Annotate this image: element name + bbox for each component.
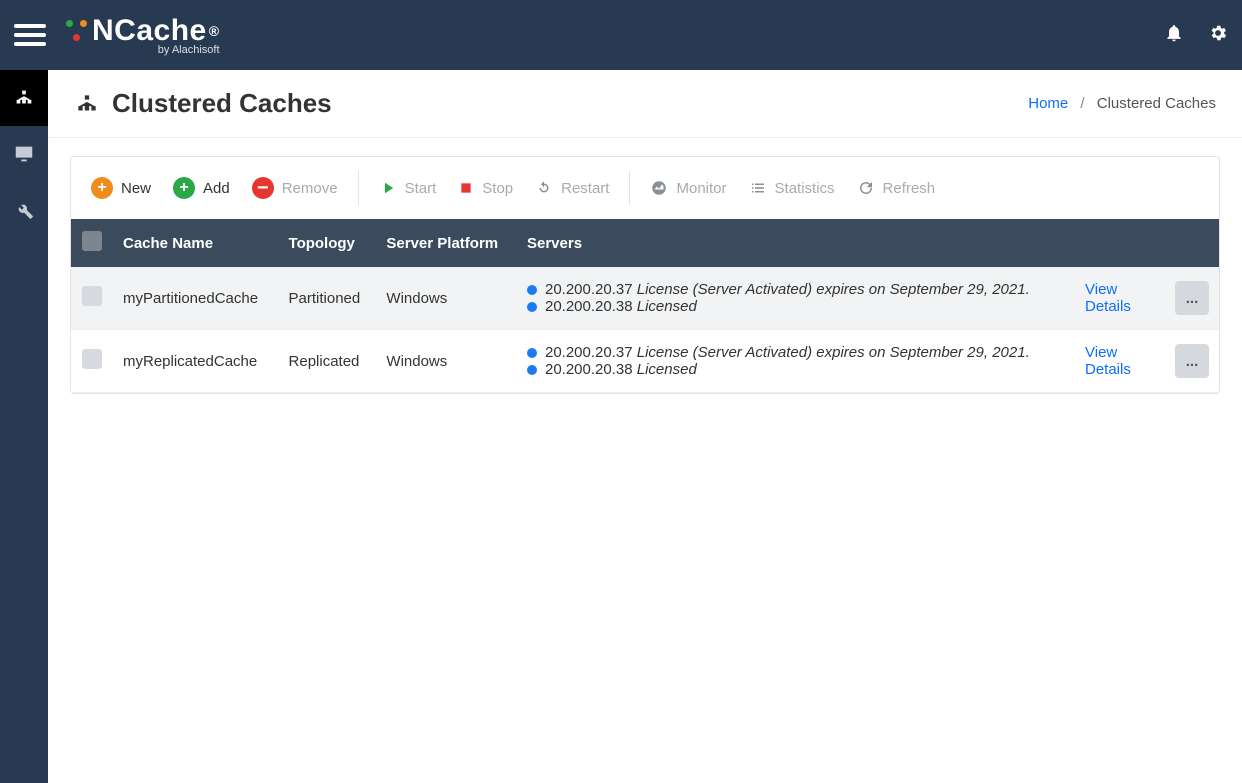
select-all-checkbox[interactable]: [82, 231, 102, 251]
start-button[interactable]: Start: [377, 175, 439, 201]
page-title-text: Clustered Caches: [112, 88, 332, 119]
servers-cell: 20.200.20.37 License (Server Activated) …: [517, 267, 1075, 330]
plus-icon: +: [173, 177, 195, 199]
topology-cell: Replicated: [279, 330, 377, 393]
restart-button[interactable]: Restart: [533, 175, 611, 201]
breadcrumb: Home / Clustered Caches: [1028, 95, 1216, 112]
stop-button[interactable]: Stop: [456, 176, 515, 201]
table-row[interactable]: myPartitionedCache Partitioned Windows 2…: [71, 267, 1219, 330]
minus-icon: −: [252, 177, 274, 199]
new-button[interactable]: + New: [89, 173, 153, 203]
caches-panel: + New + Add − Remove Start: [70, 156, 1220, 394]
refresh-icon: [535, 179, 553, 197]
statistics-button[interactable]: Statistics: [747, 175, 837, 201]
more-actions-button[interactable]: ...: [1175, 281, 1209, 315]
view-details-link[interactable]: View Details: [1085, 281, 1131, 315]
servers-cell: 20.200.20.37 License (Server Activated) …: [517, 330, 1075, 393]
monitor-button[interactable]: Monitor: [648, 175, 728, 201]
status-dot-icon: [527, 285, 537, 295]
sidebar: [0, 70, 48, 783]
stop-icon: [458, 180, 474, 196]
status-dot-icon: [527, 302, 537, 312]
monitor-icon: [13, 143, 35, 165]
page-title: Clustered Caches: [74, 88, 332, 119]
logo-mark-icon: [66, 20, 88, 42]
wrench-icon: [13, 199, 35, 221]
brand-logo[interactable]: NCache® by Alachisoft: [66, 14, 220, 56]
brand-byline: by Alachisoft: [66, 44, 220, 56]
refresh-button[interactable]: Refresh: [855, 175, 938, 201]
add-button[interactable]: + Add: [171, 173, 232, 203]
row-checkbox[interactable]: [82, 286, 102, 306]
col-topology: Topology: [279, 219, 377, 267]
sidebar-item-clustered-caches[interactable]: [0, 70, 48, 126]
col-server-platform: Server Platform: [376, 219, 517, 267]
platform-cell: Windows: [376, 267, 517, 330]
breadcrumb-current: Clustered Caches: [1097, 95, 1216, 112]
play-icon: [379, 179, 397, 197]
notifications-icon[interactable]: [1164, 23, 1184, 48]
caches-table: Cache Name Topology Server Platform Serv…: [71, 219, 1219, 393]
sidebar-item-local-caches[interactable]: [0, 126, 48, 182]
col-cache-name: Cache Name: [113, 219, 279, 267]
cluster-icon: [13, 87, 35, 109]
brand-name: NCache: [92, 14, 207, 48]
view-details-link[interactable]: View Details: [1085, 344, 1131, 378]
platform-cell: Windows: [376, 330, 517, 393]
cache-name-cell: myReplicatedCache: [113, 330, 279, 393]
chart-icon: [650, 179, 668, 197]
col-servers: Servers: [517, 219, 1075, 267]
list-icon: [749, 179, 767, 197]
breadcrumb-home[interactable]: Home: [1028, 95, 1068, 112]
topology-cell: Partitioned: [279, 267, 377, 330]
settings-icon[interactable]: [1208, 23, 1228, 48]
row-checkbox[interactable]: [82, 349, 102, 369]
top-bar: NCache® by Alachisoft: [0, 0, 1242, 70]
cluster-icon: [74, 91, 100, 117]
cache-name-cell: myPartitionedCache: [113, 267, 279, 330]
plus-icon: +: [91, 177, 113, 199]
status-dot-icon: [527, 348, 537, 358]
toolbar: + New + Add − Remove Start: [71, 157, 1219, 219]
table-row[interactable]: myReplicatedCache Replicated Windows 20.…: [71, 330, 1219, 393]
menu-toggle-button[interactable]: [14, 19, 46, 51]
sidebar-item-tools[interactable]: [0, 182, 48, 238]
remove-button[interactable]: − Remove: [250, 173, 340, 203]
more-actions-button[interactable]: ...: [1175, 344, 1209, 378]
refresh-icon: [857, 179, 875, 197]
status-dot-icon: [527, 365, 537, 375]
